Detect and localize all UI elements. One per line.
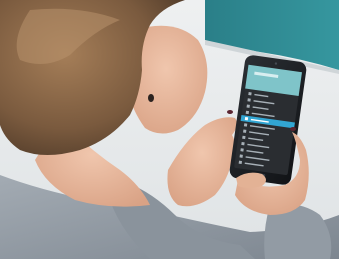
menu-item-icon (243, 123, 248, 127)
nail-polish-right (290, 127, 296, 131)
nail-polish-left (227, 110, 233, 114)
menu-item-icon (242, 135, 246, 140)
menu-item-icon (246, 104, 250, 108)
photo-illustration (0, 0, 339, 259)
menu-item-icon (247, 98, 251, 102)
menu-item-icon (243, 129, 247, 133)
menu-item-icon (238, 160, 243, 165)
earring (148, 94, 154, 102)
menu-item-icon (248, 92, 252, 96)
menu-item-icon (241, 141, 245, 146)
menu-item-icon (245, 110, 250, 115)
menu-item-icon (239, 154, 243, 158)
photo-scene (0, 0, 339, 259)
menu-item-icon (240, 148, 244, 152)
menu-item-icon (244, 116, 249, 121)
